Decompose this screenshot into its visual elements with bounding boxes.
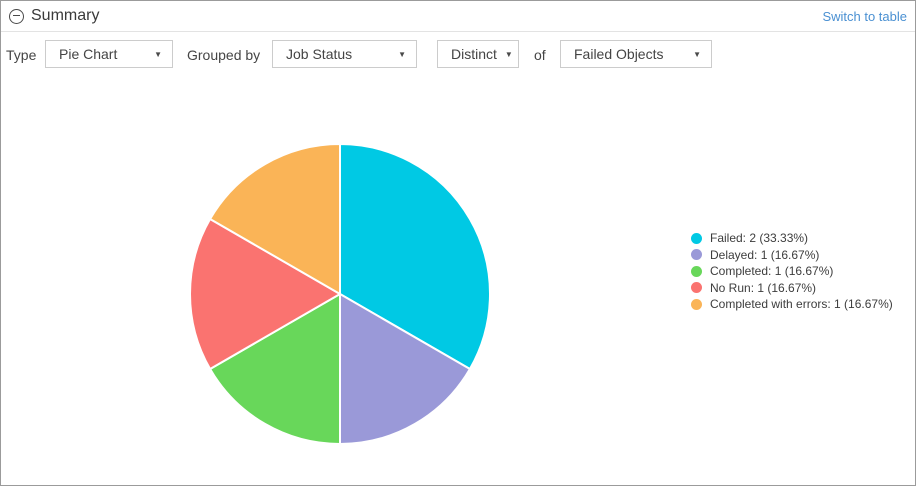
- chart-type-value: Pie Chart: [59, 46, 118, 62]
- legend-label: Completed with errors: 1 (16.67%): [710, 297, 893, 312]
- chevron-down-icon: ▼: [504, 49, 513, 59]
- aggregate-select[interactable]: Distinct ▼: [437, 40, 519, 68]
- legend-item: Failed: 2 (33.33%): [691, 230, 893, 247]
- pie-chart: [189, 143, 491, 445]
- legend-item: Delayed: 1 (16.67%): [691, 247, 893, 264]
- legend-label: Failed: 2 (33.33%): [710, 231, 809, 246]
- collapse-icon[interactable]: [9, 8, 24, 24]
- summary-panel: Summary Switch to table Type Pie Chart ▼…: [0, 0, 916, 486]
- legend-color-dot: [691, 232, 702, 244]
- field-value: Failed Objects: [574, 46, 664, 62]
- type-label: Type: [6, 47, 37, 63]
- legend-color-dot: [691, 249, 702, 261]
- legend-label: Completed: 1 (16.67%): [710, 264, 834, 279]
- chevron-down-icon: ▼: [693, 49, 701, 59]
- chart-legend: Failed: 2 (33.33%) Delayed: 1 (16.67%) Com…: [691, 230, 893, 313]
- legend-color-dot: [691, 265, 702, 277]
- chevron-down-icon: ▼: [154, 49, 162, 59]
- switch-to-table-link[interactable]: Switch to table: [822, 9, 907, 24]
- legend-item: Completed with errors: 1 (16.67%): [691, 296, 893, 313]
- grouped-by-label: Grouped by: [187, 47, 261, 63]
- legend-label: No Run: 1 (16.67%): [710, 280, 817, 295]
- chart-type-select[interactable]: Pie Chart ▼: [45, 40, 173, 68]
- legend-label: Delayed: 1 (16.67%): [710, 247, 820, 262]
- legend-color-dot: [691, 298, 702, 310]
- field-select[interactable]: Failed Objects ▼: [560, 40, 712, 68]
- legend-color-dot: [691, 282, 702, 294]
- of-label: of: [534, 47, 546, 63]
- panel-title: Summary: [31, 7, 100, 24]
- panel-header: Summary Switch to table: [1, 1, 915, 32]
- chevron-down-icon: ▼: [398, 49, 406, 59]
- legend-item: No Run: 1 (16.67%): [691, 280, 893, 297]
- grouped-by-value: Job Status: [286, 46, 353, 62]
- aggregate-value: Distinct: [451, 46, 497, 62]
- grouped-by-select[interactable]: Job Status ▼: [272, 40, 417, 68]
- legend-item: Completed: 1 (16.67%): [691, 263, 893, 280]
